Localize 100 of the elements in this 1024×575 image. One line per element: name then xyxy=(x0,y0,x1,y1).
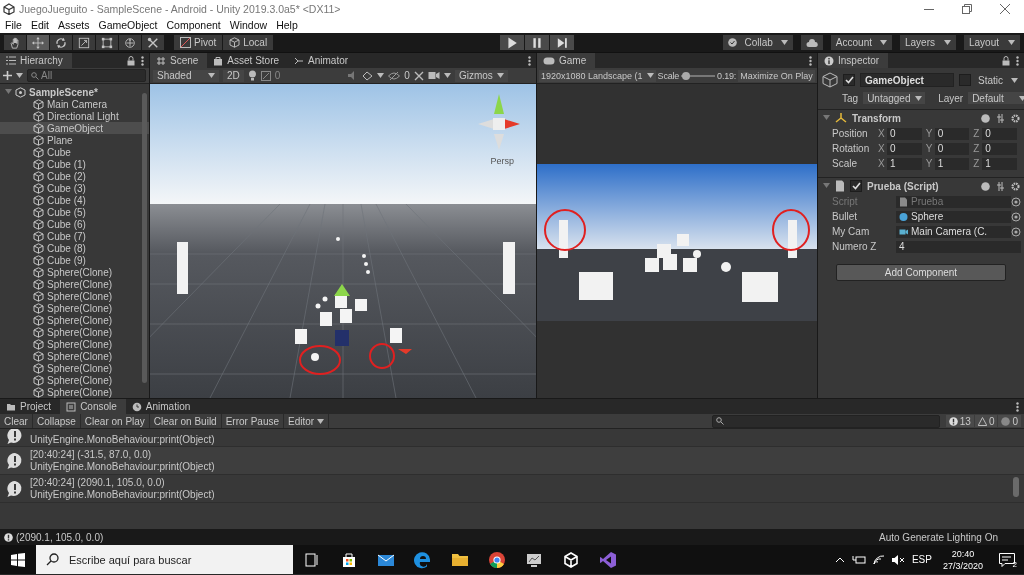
maximize-on-play-toggle[interactable]: Maximize On Play xyxy=(738,69,815,82)
panel-tab[interactable]: Console xyxy=(60,399,126,414)
tag-dropdown[interactable]: Untagged xyxy=(863,92,926,104)
hierarchy-item[interactable]: Sphere(Clone) xyxy=(0,266,149,278)
hierarchy-item[interactable]: Sphere(Clone) xyxy=(0,374,149,386)
hierarchy-item[interactable]: Sphere(Clone) xyxy=(0,326,149,338)
console-button[interactable]: Collapse xyxy=(32,414,81,428)
account-dropdown[interactable]: Account xyxy=(830,35,892,50)
panel-tab[interactable]: Scene xyxy=(150,53,208,68)
hierarchy-item[interactable]: GameObject xyxy=(0,122,149,134)
error-count-toggle[interactable]: 0 xyxy=(998,415,1021,427)
menu-item[interactable]: Assets xyxy=(58,19,90,31)
scene-item[interactable]: SampleScene* xyxy=(0,86,149,98)
checkbox[interactable] xyxy=(959,74,971,86)
collab-dropdown[interactable]: Collab xyxy=(722,35,793,50)
log-entry[interactable]: UnityEngine.MonoBehaviour:print(Object) xyxy=(0,429,1024,447)
target-icon[interactable] xyxy=(1011,226,1021,237)
settings-icon[interactable] xyxy=(1011,113,1020,123)
panel-tab[interactable]: Project xyxy=(0,399,61,414)
add-icon[interactable] xyxy=(3,71,12,80)
menu-item[interactable]: Edit xyxy=(30,19,49,31)
scrollbar-thumb[interactable] xyxy=(1013,477,1019,497)
hierarchy-item[interactable]: Cube (8) xyxy=(0,242,149,254)
hierarchy-item[interactable]: Cube (2) xyxy=(0,170,149,182)
effects-icon[interactable] xyxy=(362,70,374,81)
panel-tab[interactable]: Animator xyxy=(288,53,358,68)
number-field[interactable]: 1 xyxy=(887,157,922,170)
info-count-toggle[interactable]: 13 xyxy=(945,415,974,427)
console-search-field[interactable] xyxy=(711,414,940,428)
step-button[interactable] xyxy=(550,35,574,50)
menu-item[interactable]: Window xyxy=(229,19,268,31)
menu-item[interactable]: File xyxy=(5,19,22,31)
lightbulb-icon[interactable] xyxy=(247,70,257,81)
tool-button[interactable] xyxy=(119,35,141,50)
layers-dropdown[interactable]: Layers xyxy=(900,35,956,50)
component-title[interactable]: Prueba (Script) xyxy=(867,180,939,192)
menu-item[interactable]: Component xyxy=(166,19,221,31)
console-button[interactable]: Clear xyxy=(0,414,33,428)
hierarchy-item[interactable]: Cube (5) xyxy=(0,206,149,218)
help-icon[interactable] xyxy=(981,181,990,191)
camera-icon[interactable] xyxy=(427,71,440,80)
shading-dropdown[interactable]: Shaded xyxy=(153,69,219,82)
scale-slider[interactable] xyxy=(681,70,716,81)
hierarchy-item[interactable]: Sphere(Clone) xyxy=(0,350,149,362)
editor-dropdown[interactable]: Editor xyxy=(284,414,330,428)
play-button[interactable] xyxy=(500,35,524,50)
hierarchy-item[interactable]: Cube (1) xyxy=(0,158,149,170)
hierarchy-item[interactable]: Main Camera xyxy=(0,98,149,110)
checkbox[interactable] xyxy=(850,180,862,192)
search-field[interactable]: All xyxy=(27,69,146,82)
number-field[interactable]: 0 xyxy=(934,127,970,140)
projection-label[interactable]: Persp xyxy=(490,156,514,166)
panel-tab[interactable]: Asset Store xyxy=(207,53,289,68)
menu-item[interactable]: GameObject xyxy=(98,19,158,31)
2d-toggle[interactable]: 2D xyxy=(223,69,244,82)
object-field[interactable]: Sphere xyxy=(896,210,1011,223)
panel-tab[interactable]: Animation xyxy=(125,399,200,414)
tool-button[interactable] xyxy=(27,35,49,50)
cloud-button[interactable] xyxy=(800,35,823,50)
number-field[interactable]: 1 xyxy=(934,157,970,170)
resolution-dropdown[interactable]: 1920x1080 Landscape (1 xyxy=(539,69,656,82)
input-language[interactable]: ESP xyxy=(911,554,932,565)
show-hidden-icons-icon[interactable] xyxy=(834,556,845,563)
hierarchy-tab[interactable]: Hierarchy xyxy=(0,53,72,68)
console-button[interactable]: Error Pause xyxy=(221,414,285,428)
hierarchy-item[interactable]: Cube (4) xyxy=(0,194,149,206)
tool-button[interactable] xyxy=(73,35,95,50)
hierarchy-item[interactable]: Sphere(Clone) xyxy=(0,386,149,398)
preset-icon[interactable] xyxy=(996,181,1005,191)
settings-icon[interactable] xyxy=(1011,181,1020,191)
inspector-tab[interactable]: Inspector xyxy=(818,53,889,68)
hierarchy-item[interactable]: Sphere(Clone) xyxy=(0,362,149,374)
wifi-icon[interactable] xyxy=(872,554,885,565)
hierarchy-item[interactable]: Cube (6) xyxy=(0,218,149,230)
object-field[interactable]: Main Camera (C. xyxy=(896,225,1011,238)
target-icon[interactable] xyxy=(1011,211,1021,222)
tool-button[interactable] xyxy=(96,35,118,50)
local-button[interactable]: Local xyxy=(223,35,274,50)
name-field[interactable]: GameObject xyxy=(860,73,954,87)
pause-button[interactable] xyxy=(525,35,549,50)
number-field[interactable]: 0 xyxy=(887,127,922,140)
hierarchy-item[interactable]: Sphere(Clone) xyxy=(0,302,149,314)
target-icon[interactable] xyxy=(1011,196,1021,207)
muted-speaker-icon[interactable] xyxy=(891,554,905,565)
component-title[interactable]: Transform xyxy=(852,112,901,124)
layout-dropdown[interactable]: Layout xyxy=(964,35,1020,50)
add-component-button[interactable]: Add Component xyxy=(836,264,1006,281)
log-entry[interactable]: [20:40:24] (2090.1, 105.0, 0.0) UnityEngine.MonoBehaviour:print(Object) xyxy=(0,475,1024,503)
game-tab[interactable]: Game xyxy=(537,53,596,68)
tool-button[interactable] xyxy=(50,35,72,50)
clock[interactable]: 20:40 27/3/2020 xyxy=(938,547,987,572)
hierarchy-item[interactable]: Cube (3) xyxy=(0,182,149,194)
pivot-button[interactable]: Pivot xyxy=(174,35,223,50)
checkbox[interactable] xyxy=(843,74,855,86)
console-button[interactable]: Clear on Build xyxy=(149,414,222,428)
preset-icon[interactable] xyxy=(996,113,1005,123)
taskbar-search-field[interactable]: Escribe aquí para buscar xyxy=(36,545,293,574)
battery-icon[interactable] xyxy=(851,554,866,565)
number-field[interactable]: 1 xyxy=(982,157,1017,170)
gizmos-dropdown[interactable]: Gizmos xyxy=(454,69,508,82)
